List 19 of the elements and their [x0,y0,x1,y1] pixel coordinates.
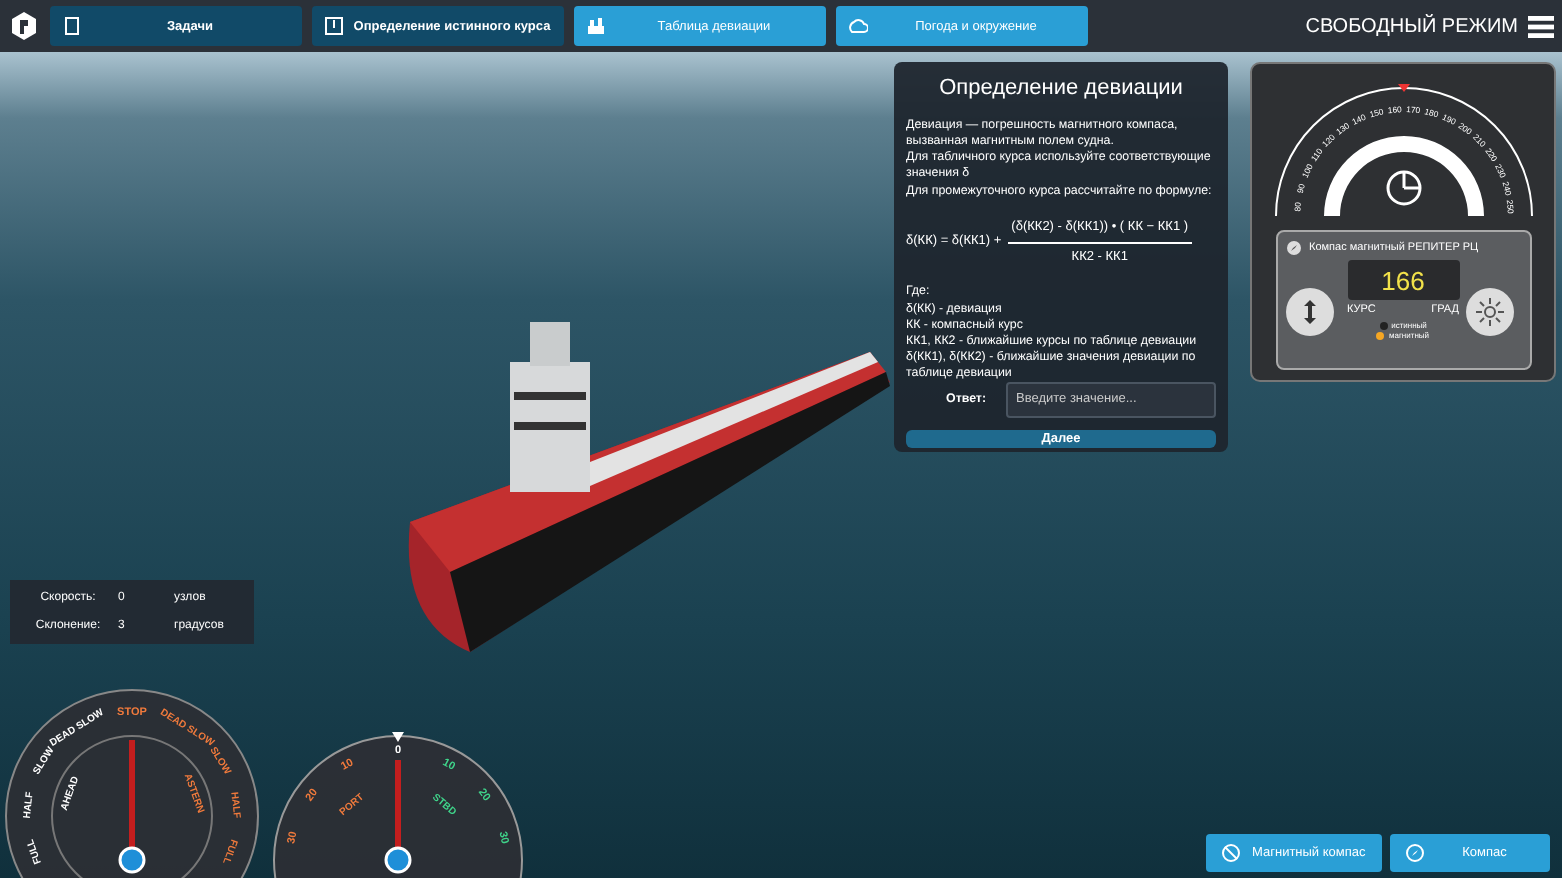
table-icon [586,16,606,36]
compass-icon [1285,240,1301,256]
mode-label: СВОБОДНЫЙ РЕЖИМ [1305,15,1518,37]
direction-button[interactable] [1285,288,1333,336]
compass-icon [1405,844,1424,862]
brightness-button[interactable] [1465,288,1513,336]
pointer-hub-icon [118,846,146,874]
heading-marker-icon [1397,84,1409,92]
pointer-hub-icon [384,846,412,874]
sun-icon [1475,298,1503,326]
cloud-icon [848,16,868,36]
heading-readout: 166 [1347,260,1459,300]
up-down-arrow-icon [1301,300,1317,324]
center-marker-icon [392,732,404,742]
panel-title: Определение девиации [937,74,1185,103]
panel-icon [324,16,344,36]
note-icon [62,16,82,36]
logo-icon [8,10,40,42]
menu-icon[interactable] [1528,15,1554,37]
